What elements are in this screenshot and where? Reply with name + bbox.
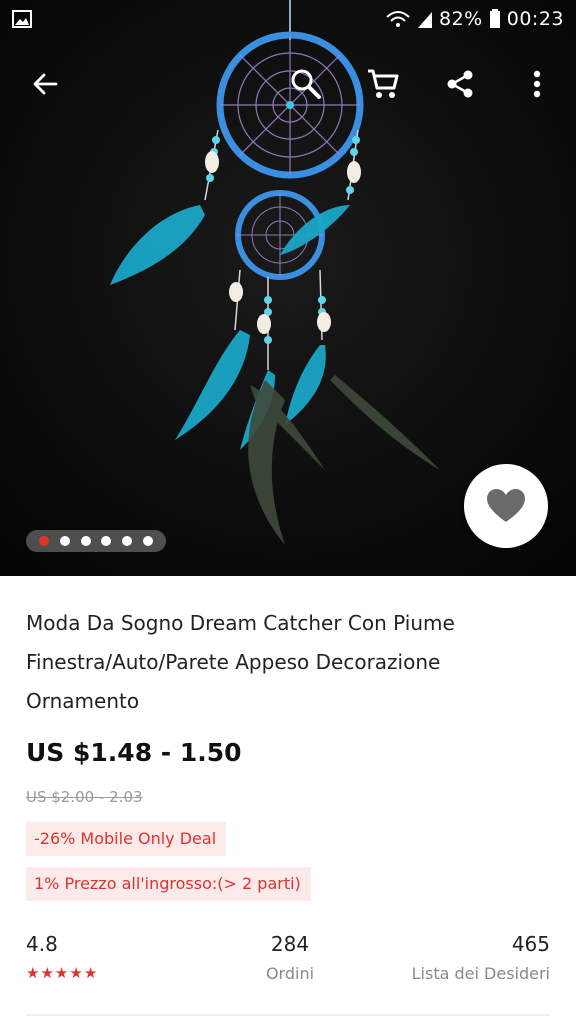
orders-label: Ordini: [265, 964, 315, 983]
orders-count: 284: [270, 932, 310, 956]
star-icon: ★: [26, 964, 40, 982]
battery-icon: [489, 9, 500, 28]
more-vert-icon: [533, 70, 541, 98]
cart-button[interactable]: [361, 62, 405, 106]
original-price: US $2.00 - 2.03: [26, 788, 143, 806]
wishlist-button[interactable]: [464, 464, 548, 548]
product-image[interactable]: 82% 00:23: [0, 0, 576, 576]
star-icon: ★: [40, 964, 54, 982]
gallery-notification-icon: [12, 10, 32, 28]
image-carousel-indicator: [26, 530, 166, 552]
wifi-icon: [386, 11, 410, 27]
more-options-button[interactable]: [515, 62, 559, 106]
star-icon: ★: [69, 964, 83, 982]
star-icon: ★: [83, 964, 98, 982]
search-button[interactable]: [284, 62, 328, 106]
carousel-dot[interactable]: [59, 536, 70, 546]
product-title: Moda Da Sogno Dream Catcher Con Piume Fi…: [26, 611, 455, 713]
battery-percent: 82%: [439, 8, 483, 30]
rating-stat[interactable]: 4.8 ★ ★ ★ ★ ★: [26, 932, 97, 981]
status-right: 82% 00:23: [385, 8, 564, 30]
carousel-dot[interactable]: [39, 536, 50, 546]
wholesale-price-tag[interactable]: 1% Prezzo all'ingrosso:(> 2 parti): [26, 867, 311, 901]
star-icon: ★: [54, 964, 69, 982]
carousel-dot[interactable]: [80, 536, 91, 546]
carousel-dot[interactable]: [121, 536, 132, 546]
clock: 00:23: [506, 8, 564, 30]
carousel-dot[interactable]: [101, 536, 112, 546]
share-icon: [447, 70, 473, 98]
arrow-left-icon: [33, 73, 58, 95]
wishlist-count: 465: [511, 932, 550, 956]
signal-icon: [418, 12, 432, 28]
wishlist-stat[interactable]: 465 Lista dei Desideri: [412, 932, 550, 983]
rating-value: 4.8: [26, 932, 58, 956]
rating-stars: ★ ★ ★ ★ ★: [26, 966, 97, 981]
search-icon: [291, 69, 321, 99]
orders-stat[interactable]: 284 Ordini: [230, 932, 350, 983]
mobile-deal-tag: -26% Mobile Only Deal: [26, 822, 227, 856]
product-price: US $1.48 - 1.50: [26, 738, 242, 767]
back-button[interactable]: [23, 62, 67, 106]
wishlist-label: Lista dei Desideri: [411, 964, 550, 983]
carousel-dot[interactable]: [142, 536, 153, 546]
cart-icon: [368, 69, 399, 98]
divider: [26, 1014, 550, 1024]
share-button[interactable]: [438, 62, 482, 106]
status-bar: 82% 00:23: [0, 0, 576, 40]
heart-icon: [487, 489, 525, 522]
